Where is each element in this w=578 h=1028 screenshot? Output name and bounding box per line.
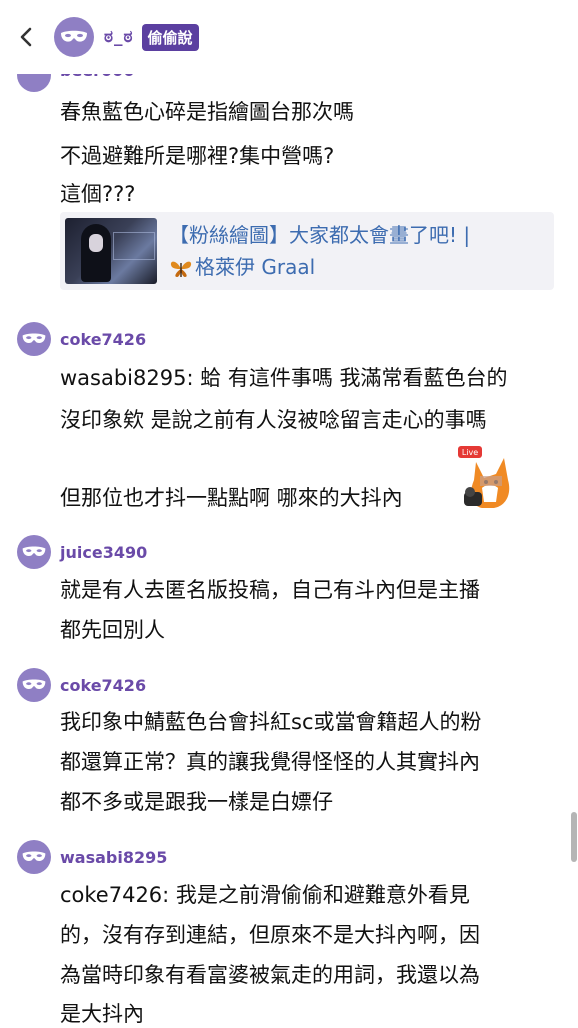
message-line: 都不多或是跟我一樣是白嫖仔: [60, 790, 333, 814]
mask-icon: [22, 679, 46, 690]
link-preview-card[interactable]: 【粉絲繪圖】大家都太會畫了吧! | 格萊伊 Graal: [60, 212, 554, 290]
message-line: 就是有人去匿名版投稿，自己有斗內但是主播: [60, 578, 480, 602]
message-line: 為當時印象有看富婆被氣走的用詞，我還以為: [60, 963, 480, 987]
message-line: wasabi8295: 蛤 有這件事嗎 我滿常看藍色台的: [60, 366, 508, 390]
scrollbar[interactable]: [571, 812, 577, 862]
message-line: 都先回別人: [60, 618, 165, 642]
avatar[interactable]: [17, 840, 51, 874]
username[interactable]: coke7426: [60, 330, 146, 349]
fox-sticker: Live: [458, 446, 510, 508]
username[interactable]: coke7426: [60, 676, 146, 695]
message-line: 這個???: [60, 182, 136, 206]
mask-icon: [22, 851, 46, 862]
message-line: 沒印象欸 是說之前有人沒被唸留言走心的事嗎: [60, 408, 487, 432]
chat-feed: beer000 春魚藍色心碎是指繪圖台那次嗎 不過避難所是哪裡?集中營嗎? 這個…: [0, 0, 578, 1026]
mask-icon: [61, 30, 87, 42]
avatar[interactable]: [17, 322, 51, 356]
board-badge[interactable]: 偷偷說: [141, 23, 199, 51]
message-line: 但那位也才抖一點點啊 哪來的大抖內: [60, 486, 403, 510]
video-thumbnail: [65, 218, 157, 284]
username[interactable]: wasabi8295: [60, 848, 167, 867]
chevron-left-icon: [20, 27, 32, 47]
link-title: 【粉絲繪圖】大家都太會畫了吧! |: [169, 223, 471, 247]
message-line: 春魚藍色心碎是指繪圖台那次嗎: [60, 100, 354, 124]
avatar[interactable]: [17, 668, 51, 702]
butterfly-icon: [170, 261, 192, 277]
message-line: 的，沒有存到連結，但原來不是大抖內啊，因: [60, 923, 480, 947]
top-bar: ಠ_ಠ 偷偷說: [0, 0, 578, 74]
board-avatar[interactable]: [54, 17, 94, 57]
message-line: coke7426: 我是之前滑偷偷和避難意外看見: [60, 883, 470, 907]
avatar[interactable]: [17, 535, 51, 569]
mask-icon: [22, 333, 46, 344]
live-label: Live: [462, 448, 478, 457]
message-line: 我印象中鯖藍色台會抖紅sc或當會籍超人的粉: [60, 710, 482, 734]
link-channel: 格萊伊 Graal: [195, 255, 316, 279]
mask-icon: [22, 546, 46, 557]
message-line: 不過避難所是哪裡?集中營嗎?: [60, 144, 335, 168]
header-title: ಠ_ಠ: [104, 27, 134, 47]
back-button[interactable]: [0, 0, 54, 74]
username[interactable]: juice3490: [60, 543, 147, 562]
message-line: 都還算正常？真的讓我覺得怪怪的人其實抖內: [60, 750, 480, 774]
